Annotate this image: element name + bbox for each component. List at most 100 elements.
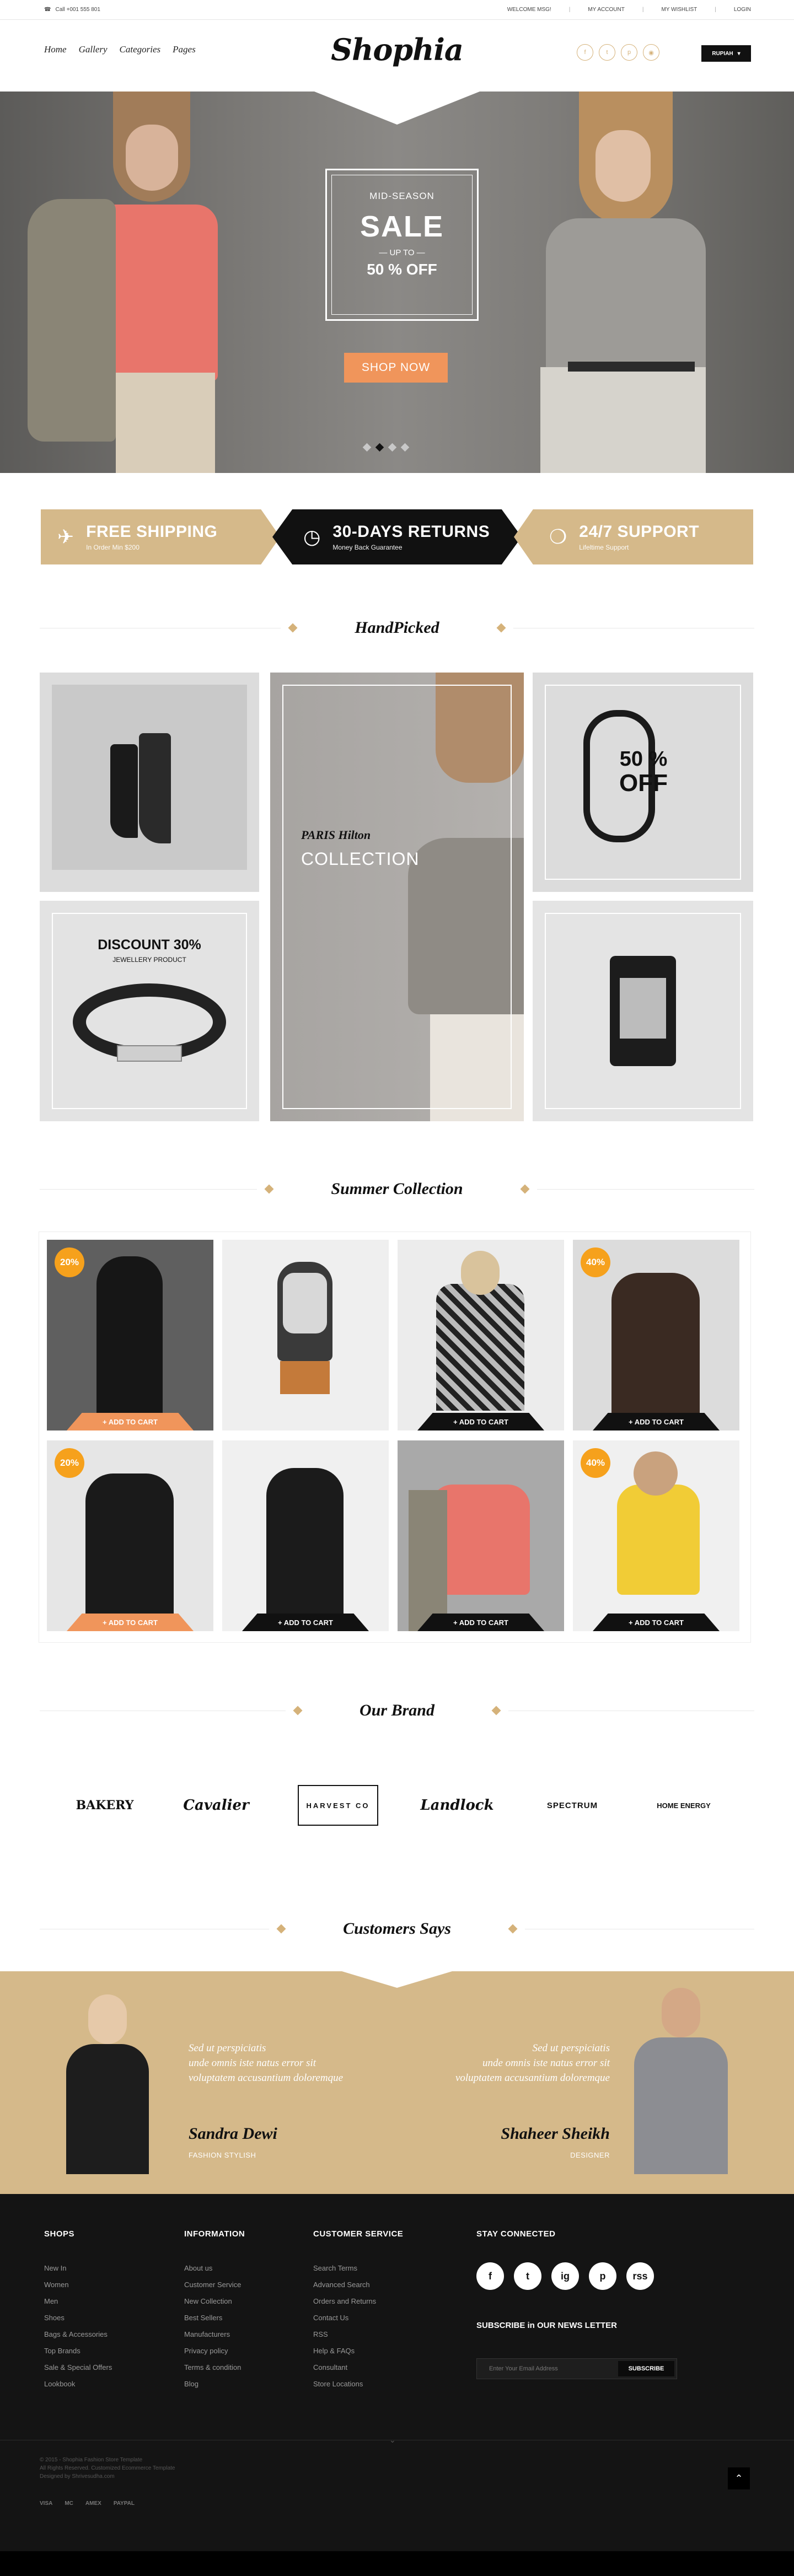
footer-link[interactable]: Manufacturers: [184, 2330, 245, 2347]
add-to-cart-button[interactable]: + ADD TO CART: [417, 1413, 544, 1430]
brand-logo-cavalier[interactable]: Cavalier: [178, 1781, 255, 1830]
hero-notch: [314, 92, 480, 125]
product-card[interactable]: 20% + ADD TO CART: [47, 1240, 213, 1430]
twitter-icon[interactable]: t: [514, 2262, 541, 2290]
my-wishlist-link[interactable]: MY WISHLIST: [661, 7, 697, 13]
add-to-cart-button[interactable]: + ADD TO CART: [593, 1413, 720, 1430]
pinterest-icon[interactable]: p: [589, 2262, 616, 2290]
brand-logo-bakery[interactable]: BAKERY: [66, 1781, 143, 1830]
footer-link[interactable]: Privacy policy: [184, 2347, 245, 2363]
slider-dot[interactable]: [388, 443, 397, 452]
brand-logo-spectrum[interactable]: SPECTRUM: [539, 1781, 605, 1830]
handpicked-card-holder[interactable]: [533, 901, 753, 1121]
section-heading: HandPicked: [355, 619, 439, 637]
footer-link[interactable]: RSS: [313, 2330, 403, 2347]
feature-free-shipping: ✈ FREE SHIPPING In Order Min $200: [41, 509, 280, 564]
footer-link[interactable]: Advanced Search: [313, 2281, 403, 2297]
footer-link[interactable]: Consultant: [313, 2363, 403, 2380]
footer-link[interactable]: Shoes: [44, 2314, 112, 2330]
footer-link[interactable]: Women: [44, 2281, 112, 2297]
instagram-icon[interactable]: ◉: [643, 44, 659, 61]
site-footer: SHOPS New In Women Men Shoes Bags & Acce…: [0, 2194, 794, 2576]
phone-info: ☎ Call +001 555 801: [44, 7, 100, 13]
add-to-cart-button[interactable]: + ADD TO CART: [67, 1413, 194, 1430]
sale-box: MID-SEASON SALE — UP TO — 50 % OFF: [325, 169, 479, 321]
site-logo[interactable]: Shophia: [0, 32, 794, 67]
product-card[interactable]: 40% + ADD TO CART: [573, 1240, 739, 1430]
footer-link[interactable]: Sale & Special Offers: [44, 2363, 112, 2380]
handpicked-paris-collection[interactable]: PARIS Hilton COLLECTION: [270, 673, 524, 1121]
add-to-cart-button[interactable]: + ADD TO CART: [67, 1614, 194, 1631]
currency-select[interactable]: RUPIAH ▾: [701, 45, 751, 62]
login-link[interactable]: LOGIN: [734, 7, 751, 13]
twitter-icon[interactable]: t: [599, 44, 615, 61]
product-card[interactable]: + ADD TO CART: [398, 1240, 564, 1430]
diamond-icon: [276, 1924, 286, 1934]
discount-badge: 40%: [581, 1247, 610, 1277]
slider-dot[interactable]: [400, 443, 410, 452]
discount-title: DISCOUNT 30%: [98, 937, 201, 953]
handpicked-fifty-off[interactable]: 50 % OFF: [533, 673, 753, 892]
feature-support: ❍ 24/7 SUPPORT Lifeltime Support: [514, 509, 753, 564]
handpicked-boots[interactable]: [40, 673, 259, 892]
footer-link[interactable]: Top Brands: [44, 2347, 112, 2363]
back-to-top-button[interactable]: ⌃: [728, 2467, 750, 2489]
rss-icon[interactable]: rss: [626, 2262, 654, 2290]
email-input[interactable]: Enter Your Email Address: [477, 2359, 616, 2379]
brand-logo-landlock[interactable]: Landlock: [416, 1781, 498, 1830]
mastercard-icon: MC: [65, 2500, 73, 2507]
footer-link[interactable]: Customer Service: [184, 2281, 245, 2297]
footer-link[interactable]: Orders and Returns: [313, 2297, 403, 2314]
facebook-icon[interactable]: f: [577, 44, 593, 61]
testimonial-role: DESIGNER: [570, 2151, 610, 2159]
instagram-icon[interactable]: ig: [551, 2262, 579, 2290]
product-card[interactable]: 40% + ADD TO CART: [573, 1440, 739, 1631]
subscribe-heading: SUBSCRIBE in OUR NEWS LETTER: [476, 2321, 618, 2330]
footer-link[interactable]: New In: [44, 2264, 112, 2281]
add-to-cart-button[interactable]: + ADD TO CART: [242, 1614, 369, 1631]
footer-link[interactable]: About us: [184, 2264, 245, 2281]
customer-avatar: [61, 1994, 154, 2174]
product-card[interactable]: 20% + ADD TO CART: [47, 1440, 213, 1631]
slider-dot[interactable]: [362, 443, 372, 452]
footer-link[interactable]: New Collection: [184, 2297, 245, 2314]
divider: |: [715, 7, 716, 13]
brand-logo-home-energy[interactable]: HOME ENERGY: [640, 1781, 728, 1830]
footer-link[interactable]: Store Locations: [313, 2380, 403, 2396]
footer-link[interactable]: Help & FAQs: [313, 2347, 403, 2363]
product-card[interactable]: [222, 1240, 389, 1430]
diamond-icon: [508, 1924, 518, 1934]
pinterest-icon[interactable]: p: [621, 44, 637, 61]
footer-link[interactable]: Contact Us: [313, 2314, 403, 2330]
footer-heading: STAY CONNECTED: [476, 2229, 556, 2239]
subscribe-button[interactable]: SUBSCRIBE: [618, 2361, 674, 2376]
brand-logo-harvest[interactable]: HARVEST CO: [298, 1785, 378, 1826]
product-card[interactable]: + ADD TO CART: [398, 1440, 564, 1631]
facebook-icon[interactable]: f: [476, 2262, 504, 2290]
handpicked-discount-jewellery[interactable]: DISCOUNT 30% JEWELLERY PRODUCT: [40, 901, 259, 1121]
footer-link[interactable]: Men: [44, 2297, 112, 2314]
footer-link[interactable]: Best Sellers: [184, 2314, 245, 2330]
diamond-icon: [496, 623, 506, 633]
footer-link[interactable]: Lookbook: [44, 2380, 112, 2396]
boot-image: [139, 733, 171, 843]
footer-link[interactable]: Bags & Accessories: [44, 2330, 112, 2347]
footer-link[interactable]: Terms & condition: [184, 2363, 245, 2380]
product-card[interactable]: + ADD TO CART: [222, 1440, 389, 1631]
add-to-cart-button[interactable]: + ADD TO CART: [417, 1614, 544, 1631]
add-to-cart-button[interactable]: + ADD TO CART: [593, 1614, 720, 1631]
footer-link[interactable]: Blog: [184, 2380, 245, 2396]
slider-dot-active[interactable]: [375, 443, 384, 452]
shop-now-button[interactable]: SHOP NOW: [344, 353, 448, 383]
my-account-link[interactable]: MY ACCOUNT: [588, 7, 625, 13]
currency-value: RUPIAH: [712, 50, 733, 57]
section-title-summer: Summer Collection: [40, 1180, 755, 1198]
feature-title: 24/7 SUPPORT: [579, 523, 700, 541]
customer-avatar: [634, 1988, 728, 2174]
top-links: WELCOME MSG! | MY ACCOUNT | MY WISHLIST …: [507, 7, 751, 13]
testimonials: Sed ut perspiciatis unde omnis iste natus…: [0, 1971, 794, 2194]
footer-link[interactable]: Search Terms: [313, 2264, 403, 2281]
chevron-down-icon[interactable]: ⌄: [389, 2435, 396, 2445]
footer-heading: INFORMATION: [184, 2229, 245, 2239]
welcome-link[interactable]: WELCOME MSG!: [507, 7, 551, 13]
